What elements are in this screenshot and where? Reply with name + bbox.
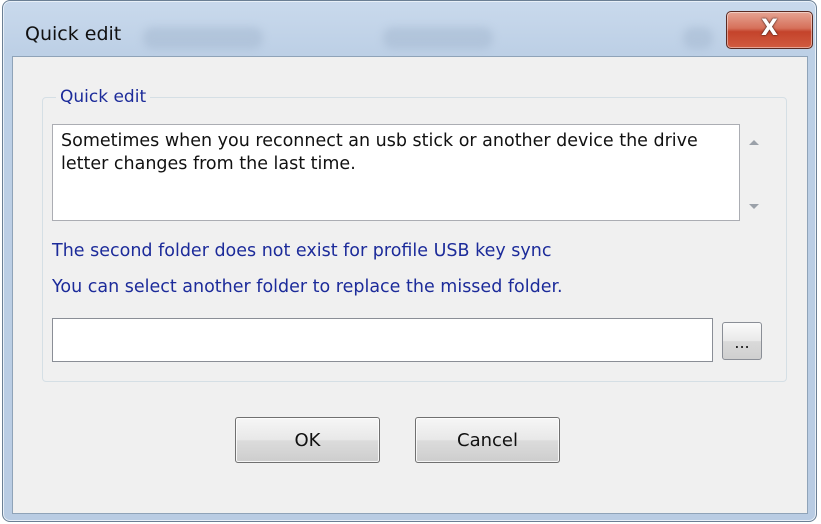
scroll-up-icon[interactable] bbox=[749, 140, 759, 145]
cancel-button[interactable]: Cancel bbox=[415, 417, 560, 463]
description-textarea[interactable]: Sometimes when you reconnect an usb stic… bbox=[52, 124, 740, 221]
ok-button[interactable]: OK bbox=[235, 417, 380, 463]
close-icon: X bbox=[761, 16, 778, 41]
missing-folder-message: The second folder does not exist for pro… bbox=[52, 241, 552, 261]
folder-path-input[interactable] bbox=[52, 318, 713, 362]
close-button[interactable]: X bbox=[726, 11, 813, 49]
groupbox-title: Quick edit bbox=[56, 87, 151, 107]
scroll-down-icon[interactable] bbox=[749, 204, 759, 209]
quick-edit-dialog: Quick edit X Quick edit Sometimes when y… bbox=[2, 0, 817, 522]
browse-folder-button[interactable]: ... bbox=[722, 322, 762, 360]
window-title: Quick edit bbox=[25, 23, 122, 45]
title-bar[interactable]: Quick edit X bbox=[3, 1, 816, 56]
description-scrollbar[interactable] bbox=[741, 124, 767, 219]
select-folder-hint: You can select another folder to replace… bbox=[52, 277, 563, 297]
description-text: Sometimes when you reconnect an usb stic… bbox=[61, 131, 698, 174]
dialog-client-area: Quick edit Sometimes when you reconnect … bbox=[12, 56, 808, 514]
